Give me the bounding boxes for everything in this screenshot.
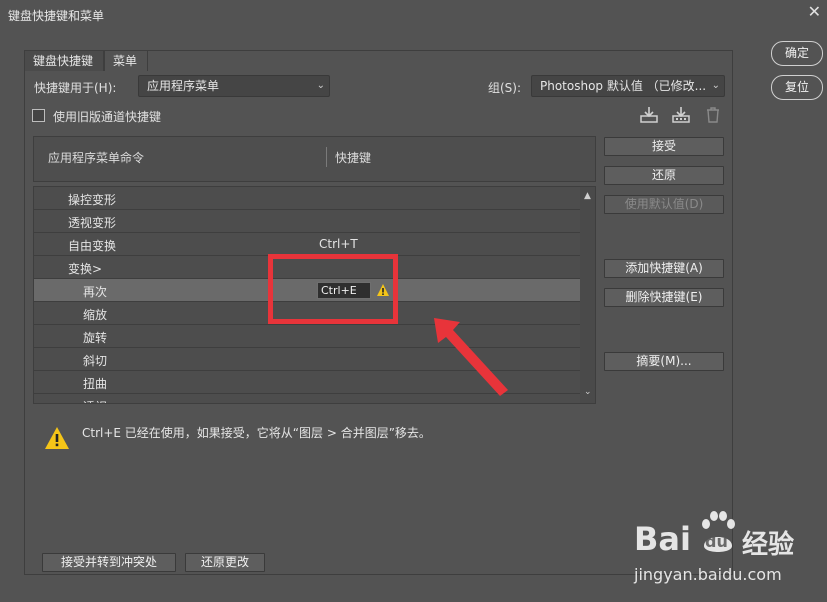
group-label: 组(S): — [488, 81, 522, 95]
command-label: 透视变形 — [68, 216, 117, 230]
summary-button[interactable]: 摘要(M)... — [604, 352, 724, 371]
command-label: 缩放 — [83, 308, 108, 322]
shortcuts-for-value: 应用程序菜单 — [147, 79, 220, 93]
annotation-arrow — [434, 318, 508, 396]
column-divider — [326, 147, 327, 167]
command-label: 旋转 — [83, 331, 108, 345]
scroll-down-icon[interactable]: ⌄ — [584, 387, 592, 397]
command-label: 扭曲 — [83, 377, 108, 391]
accept-button[interactable]: 接受 — [604, 137, 724, 156]
command-label: 斜切 — [83, 354, 108, 368]
close-icon[interactable]: ✕ — [808, 4, 821, 20]
shortcuts-for-select[interactable]: 应用程序菜单 ⌄ — [138, 75, 330, 97]
command-label: 透视 — [83, 398, 107, 403]
group-select[interactable]: Photoshop 默认值 （已修改... ⌄ — [531, 75, 725, 97]
trash-icon[interactable] — [703, 106, 723, 124]
add-shortcut-button[interactable]: 添加快捷键(A) — [604, 259, 724, 278]
shortcuts-for-label: 快捷键用于(H): — [34, 81, 117, 95]
chevron-down-icon: ⌄ — [316, 80, 325, 91]
warning-icon — [45, 427, 69, 449]
window-title: 键盘快捷键和菜单 — [8, 9, 105, 23]
highlight-box — [268, 254, 398, 324]
list-item[interactable]: 透视变形 — [34, 210, 580, 233]
command-label: 再次 — [83, 285, 108, 299]
command-label: 操控变形 — [68, 193, 117, 207]
undo-changes-button[interactable]: 还原更改 — [185, 553, 265, 572]
tab-keyboard-shortcuts[interactable]: 键盘快捷键 — [24, 50, 104, 71]
column-header-shortcut: 快捷键 — [335, 151, 372, 165]
save-set-icon[interactable] — [639, 106, 659, 124]
watermark-paw-text: du — [705, 532, 728, 551]
tab-label: 菜单 — [113, 54, 138, 68]
reset-button[interactable]: 复位 — [771, 75, 823, 100]
group-value: Photoshop 默认值 （已修改... — [540, 79, 707, 93]
use-default-button[interactable]: 使用默认值(D) — [604, 195, 724, 214]
delete-shortcut-button[interactable]: 删除快捷键(E) — [604, 288, 724, 307]
column-header-command: 应用程序菜单命令 — [48, 151, 145, 165]
list-item[interactable]: 操控变形 — [34, 187, 580, 210]
list-item[interactable]: 自由变换 Ctrl+T — [34, 233, 580, 256]
tab-label: 键盘快捷键 — [33, 54, 94, 68]
list-scrollbar[interactable]: ▲ ⌄ — [580, 187, 595, 403]
chevron-down-icon: ⌄ — [711, 80, 720, 91]
legacy-channel-checkbox[interactable] — [32, 109, 45, 122]
shortcut-label: Ctrl+T — [319, 237, 358, 251]
save-as-icon[interactable] — [671, 106, 691, 124]
table-header: 应用程序菜单命令 快捷键 — [33, 136, 596, 182]
watermark-suffix: 经验 — [742, 530, 795, 560]
undo-button[interactable]: 还原 — [604, 166, 724, 185]
watermark-url: jingyan.baidu.com — [634, 565, 782, 584]
ok-button[interactable]: 确定 — [771, 41, 823, 66]
conflict-message: Ctrl+E 已经在使用，如果接受，它将从“图层 > 合并图层”移去。 — [82, 426, 431, 440]
legacy-channel-label: 使用旧版通道快捷键 — [53, 110, 162, 124]
baidu-watermark: Bai du 经验 jingyan.baidu.com — [630, 510, 820, 595]
accept-goto-conflict-button[interactable]: 接受并转到冲突处 — [42, 553, 176, 572]
scroll-up-icon[interactable]: ▲ — [584, 191, 591, 201]
watermark-brand: Bai — [634, 520, 691, 558]
command-label: 自由变换 — [68, 239, 117, 253]
command-label: 变换> — [68, 262, 103, 276]
title-bar: 键盘快捷键和菜单 ✕ — [0, 0, 827, 30]
tab-menus[interactable]: 菜单 — [104, 50, 148, 71]
